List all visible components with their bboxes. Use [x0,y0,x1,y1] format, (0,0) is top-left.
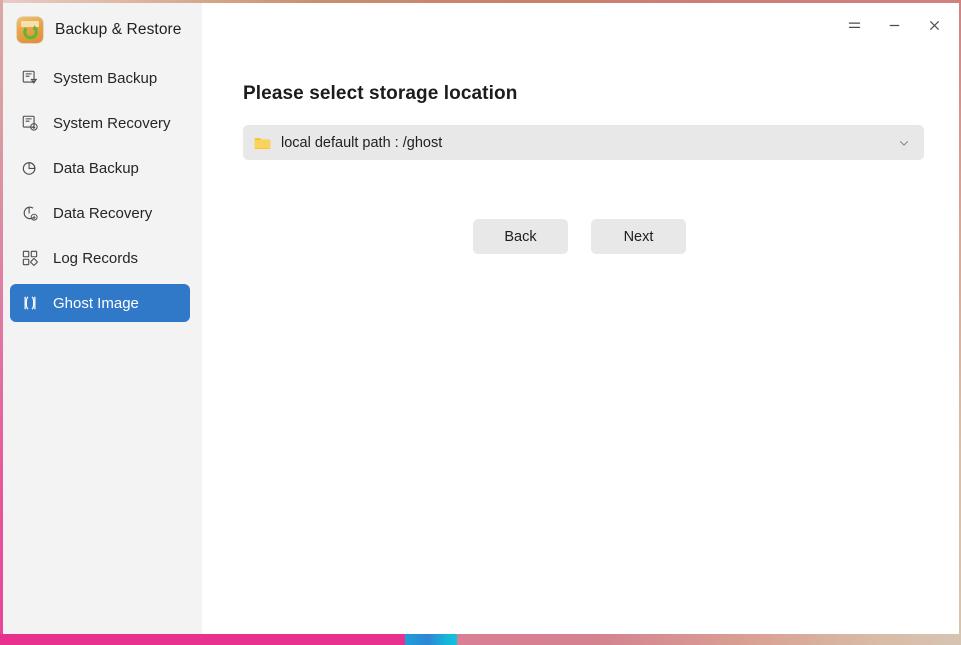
titlebar [202,3,959,47]
close-button[interactable] [919,10,949,40]
application-window: Backup & Restore System Backup System Re… [0,0,961,645]
sidebar-item-system-backup[interactable]: System Backup [10,59,190,97]
sidebar-nav: System Backup System Recovery Data Backu… [3,59,202,322]
refresh-arrow-glyph [22,24,38,40]
sidebar-item-label: Log Records [53,249,139,267]
app-title: Backup & Restore [55,21,182,38]
folder-icon [254,137,271,149]
window-border-bottom [0,634,961,645]
window-border-left [0,0,3,645]
storage-location-value: local default path : /ghost [281,134,443,151]
window-border-top [0,0,961,3]
data-recovery-icon [20,203,40,223]
sidebar: Backup & Restore System Backup System Re… [3,3,202,637]
sidebar-item-label: Data Backup [53,159,139,177]
ghost-image-icon [20,293,40,313]
sidebar-item-label: System Recovery [53,114,171,132]
close-icon [929,20,939,30]
wizard-button-row: Back Next [473,219,686,254]
sidebar-item-ghost-image[interactable]: Ghost Image [10,284,190,322]
back-button[interactable]: Back [473,219,568,254]
page-title: Please select storage location [243,83,518,104]
menu-button[interactable] [839,10,869,40]
storage-location-select[interactable]: local default path : /ghost [243,125,924,160]
log-records-icon [20,248,40,268]
backup-restore-logo-icon [17,17,43,43]
sidebar-item-data-recovery[interactable]: Data Recovery [10,194,190,232]
minimize-button[interactable] [879,10,909,40]
system-backup-icon [20,68,40,88]
window-border-bottom-accent [405,634,457,645]
data-backup-icon [20,158,40,178]
next-button[interactable]: Next [591,219,686,254]
chevron-down-icon [899,140,909,146]
main-content: Please select storage location local def… [202,47,959,634]
sidebar-item-label: Data Recovery [53,204,153,222]
system-recovery-icon [20,113,40,133]
hamburger-menu-icon [848,22,860,28]
sidebar-item-label: System Backup [53,69,158,87]
app-brand: Backup & Restore [3,3,202,47]
sidebar-item-system-recovery[interactable]: System Recovery [10,104,190,142]
sidebar-item-label: Ghost Image [53,294,139,312]
sidebar-item-data-backup[interactable]: Data Backup [10,149,190,187]
sidebar-item-log-records[interactable]: Log Records [10,239,190,277]
minimize-icon [889,24,899,26]
